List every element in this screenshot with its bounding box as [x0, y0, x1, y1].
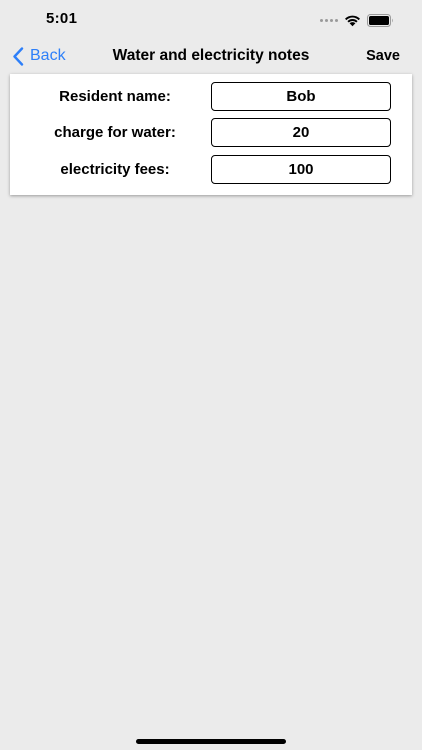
form-row-water-charge: charge for water:: [10, 118, 412, 147]
screen: 5:01 Back Water and electricity notes Sa…: [0, 0, 422, 750]
status-icons: [320, 12, 394, 28]
cellular-signal-icon: [320, 18, 338, 22]
status-time: 5:01: [46, 10, 78, 27]
electricity-fees-label: electricity fees:: [60, 161, 170, 178]
form-card: Resident name: charge for water: electri…: [10, 74, 412, 195]
page-title: Water and electricity notes: [112, 47, 310, 64]
navigation-bar: Back Water and electricity notes Save: [0, 40, 422, 72]
status-bar: 5:01: [0, 0, 422, 40]
electricity-fees-input[interactable]: [211, 155, 391, 184]
resident-name-input[interactable]: [211, 82, 391, 111]
form-row-resident-name: Resident name:: [10, 82, 412, 111]
home-indicator[interactable]: [136, 739, 286, 744]
battery-icon: [367, 13, 393, 27]
wifi-icon: [345, 15, 360, 26]
save-button[interactable]: Save: [366, 48, 400, 64]
resident-name-label: Resident name:: [59, 88, 171, 105]
water-charge-label: charge for water:: [54, 124, 176, 141]
form-row-electricity-fees: electricity fees:: [10, 155, 412, 184]
water-charge-input[interactable]: [211, 118, 391, 147]
